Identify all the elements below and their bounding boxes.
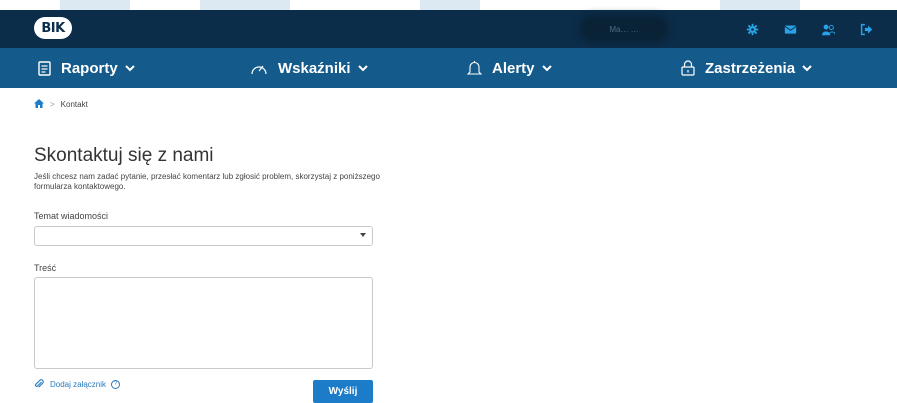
- decor-stripe: [200, 0, 290, 10]
- help-icon[interactable]: ?: [111, 379, 121, 389]
- message-textarea[interactable]: [34, 277, 373, 369]
- topic-label: Temat wiadomości: [34, 211, 109, 221]
- gear-icon[interactable]: [745, 22, 759, 36]
- nav-item-alerty[interactable]: Alerty: [467, 48, 552, 88]
- logo[interactable]: BIK: [34, 17, 72, 39]
- nav-label: Raporty: [61, 59, 118, 77]
- attach-label: Dodaj załącznik: [50, 379, 107, 389]
- chevron-down-icon: [802, 64, 812, 72]
- chevron-down-icon: [124, 64, 135, 72]
- nav-item-zastrzezenia[interactable]: Zastrzeżenia: [681, 48, 812, 88]
- user-name[interactable]: Ma… …: [583, 19, 665, 39]
- logout-icon[interactable]: [859, 22, 873, 36]
- caret-down-icon: [360, 233, 366, 237]
- top-icons: [745, 10, 873, 48]
- nav-item-raporty[interactable]: Raporty: [38, 48, 135, 88]
- decor-stripe: [720, 0, 800, 10]
- gauge-icon: [250, 61, 268, 76]
- decor-stripe: [60, 0, 130, 10]
- add-attachment-link[interactable]: Dodaj załącznik ?: [34, 379, 121, 389]
- nav-item-wskazniki[interactable]: Wskaźniki: [250, 48, 368, 88]
- topic-select[interactable]: [34, 226, 373, 246]
- intro-text: Jeśli chcesz nam zadać pytanie, przesłać…: [34, 172, 380, 191]
- nav-label: Alerty: [492, 59, 535, 77]
- users-icon[interactable]: [821, 22, 835, 36]
- decor-stripe: [420, 0, 480, 10]
- breadcrumb-separator: >: [50, 100, 55, 109]
- envelope-icon[interactable]: [783, 22, 797, 36]
- top-bar: BIK Ma… …: [0, 10, 897, 48]
- document-icon: [38, 60, 51, 76]
- breadcrumb: > Kontakt: [34, 99, 88, 110]
- paperclip-icon: [34, 379, 44, 388]
- page-title: Skontaktuj się z nami: [34, 145, 214, 166]
- send-button[interactable]: Wyślij: [313, 380, 373, 403]
- chevron-down-icon: [357, 64, 368, 72]
- bell-icon: [467, 60, 482, 76]
- home-icon[interactable]: [34, 99, 44, 110]
- nav-label: Zastrzeżenia: [705, 59, 796, 77]
- lock-icon: [681, 60, 695, 76]
- top-decoration: [0, 0, 897, 10]
- main-nav: Raporty Wskaźniki Alerty Zastrzeżenia: [0, 48, 897, 88]
- chevron-down-icon: [541, 64, 552, 72]
- breadcrumb-current: Kontakt: [60, 100, 88, 109]
- body-label: Treść: [34, 263, 57, 273]
- nav-label: Wskaźniki: [278, 59, 351, 77]
